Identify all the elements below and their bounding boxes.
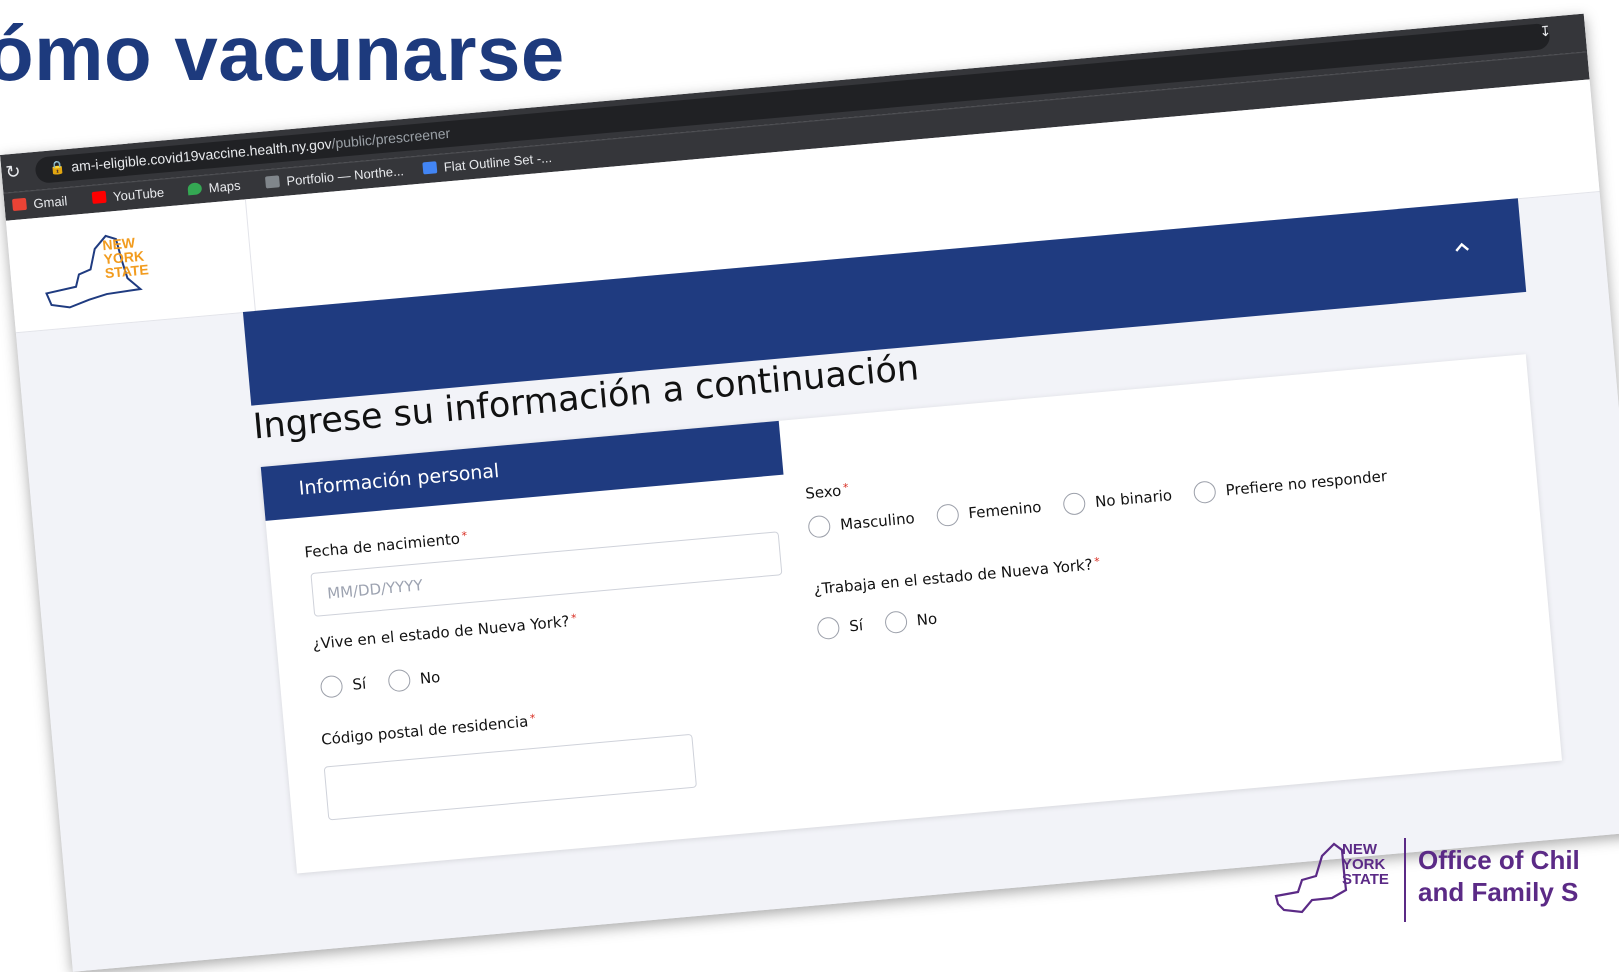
- sex-nonbinary-label: No binario: [1094, 486, 1173, 511]
- slide-title: ómo vacunarse: [0, 9, 565, 97]
- lives-ny-yes-label: Sí: [351, 674, 367, 694]
- required-mark: *: [842, 480, 850, 495]
- lives-ny-no-label: No: [419, 667, 442, 688]
- lives-ny-label: ¿Vive en el estado de Nueva York?*: [311, 611, 578, 654]
- download-icon[interactable]: ↧: [1539, 23, 1552, 41]
- required-mark: *: [1093, 554, 1101, 569]
- lives-ny-options: Sí No: [319, 664, 464, 699]
- zip-input[interactable]: [323, 733, 697, 821]
- reload-icon[interactable]: ↻: [5, 161, 22, 183]
- sex-nonbinary-radio[interactable]: [1062, 491, 1087, 516]
- bookmark-flat-outline[interactable]: Flat Outline Set -...: [422, 150, 552, 176]
- sex-male-label: Masculino: [839, 509, 916, 534]
- works-ny-options: Sí No: [816, 606, 960, 641]
- footer-office-name: Office of Chil and Family S: [1418, 845, 1580, 907]
- footer-nys-text: NEW YORK STATE: [1342, 841, 1389, 888]
- sex-no-answer-label: Prefiere no responder: [1224, 467, 1388, 500]
- ny-state-map-icon: [1274, 842, 1348, 914]
- nys-logo[interactable]: NEW YORK STATE: [31, 222, 178, 314]
- chevron-up-icon[interactable]: [1453, 239, 1470, 256]
- works-ny-yes-label: Sí: [848, 616, 864, 636]
- ocfs-logo: NEW YORK STATE Office of Chil and Family S: [1272, 836, 1619, 928]
- logo-state: STATE: [104, 261, 149, 281]
- maps-icon: [187, 182, 203, 196]
- required-mark: *: [461, 529, 468, 543]
- works-ny-no-radio[interactable]: [883, 610, 908, 635]
- card-title: Información personal: [297, 459, 501, 500]
- url-path: /public/prescreener: [330, 124, 451, 152]
- browser-screenshot: ↻ 🔒 am-i-eligible.covid19vaccine.health.…: [0, 13, 1619, 972]
- nav-divider: [244, 199, 256, 311]
- shield-icon: [264, 175, 280, 189]
- sex-female-label: Femenino: [967, 497, 1043, 523]
- sex-female-radio[interactable]: [935, 503, 960, 528]
- required-mark: *: [529, 711, 537, 726]
- footer-divider: [1404, 838, 1406, 922]
- personal-info-card: Información personal Fecha de nacimiento…: [260, 354, 1563, 874]
- sex-options: Masculino Femenino No binario Prefiere n…: [807, 463, 1409, 539]
- zip-label: Código postal de residencia*: [320, 711, 537, 749]
- works-ny-label: ¿Trabaja en el estado de Nueva York?*: [813, 554, 1101, 599]
- lives-ny-no-radio[interactable]: [387, 668, 411, 693]
- flat-outline-icon: [422, 161, 438, 175]
- works-ny-no-label: No: [915, 609, 938, 630]
- sex-label: Sexo*: [804, 480, 850, 503]
- bookmark-maps[interactable]: Maps: [187, 178, 241, 198]
- bookmark-youtube[interactable]: YouTube: [91, 185, 165, 206]
- youtube-icon: [91, 190, 107, 204]
- sex-male-radio[interactable]: [807, 514, 832, 539]
- sex-no-answer-radio[interactable]: [1192, 480, 1217, 505]
- required-mark: *: [570, 611, 578, 626]
- lives-ny-yes-radio[interactable]: [319, 674, 344, 699]
- works-ny-yes-radio[interactable]: [816, 616, 841, 641]
- bookmark-gmail[interactable]: Gmail: [11, 193, 68, 213]
- gmail-icon: [11, 197, 27, 212]
- lock-icon: 🔒: [48, 159, 67, 176]
